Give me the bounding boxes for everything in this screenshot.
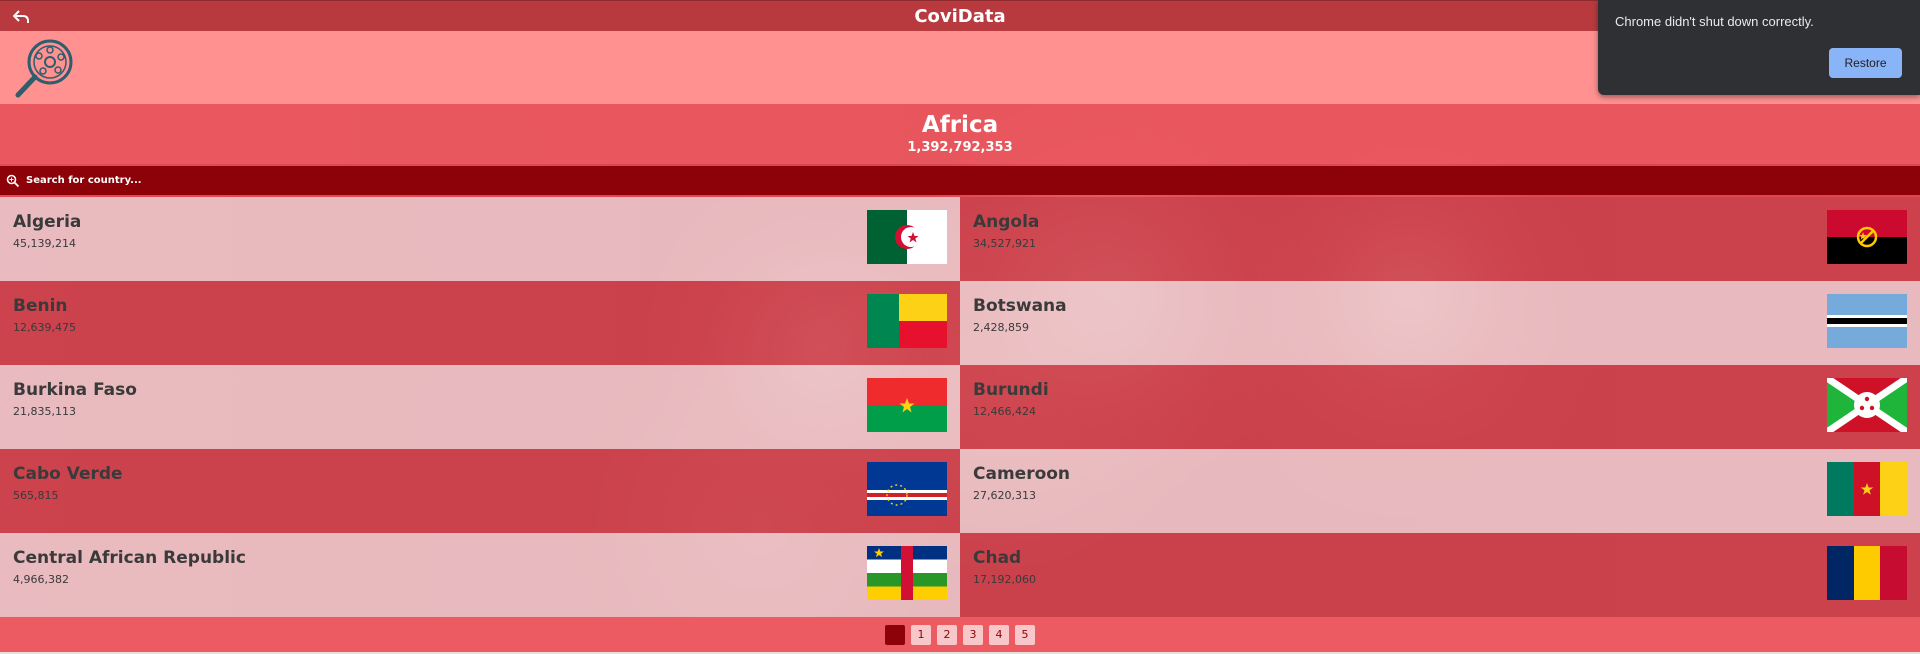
central-african-republic-flag-icon — [867, 546, 947, 600]
botswana-flag-icon — [1827, 294, 1907, 348]
app-title: CoviData — [914, 6, 1006, 27]
region-header: Africa 1,392,792,353 — [0, 104, 1920, 164]
country-name: Burundi — [973, 380, 1049, 400]
country-name: Cameroon — [973, 464, 1071, 484]
country-card-angola[interactable]: Angola 34,527,921 — [960, 197, 1920, 281]
country-card-burundi[interactable]: Burundi 12,466,424 — [960, 365, 1920, 449]
country-grid: Algeria 45,139,214 Angola 34,527,921 Ben… — [0, 197, 1920, 617]
page-button[interactable]: 4 — [989, 624, 1009, 645]
country-population: 12,466,424 — [973, 405, 1036, 418]
covidata-app: CoviData Africa 1,392,792,353 Al — [0, 0, 1920, 654]
page-button[interactable]: 5 — [1015, 624, 1035, 645]
country-card-benin[interactable]: Benin 12,639,475 — [0, 281, 960, 365]
country-name: Central African Republic — [13, 548, 246, 568]
country-name: Benin — [13, 296, 68, 316]
country-population: 21,835,113 — [13, 405, 76, 418]
page-button[interactable]: 3 — [963, 624, 983, 645]
page-button-current[interactable]: 1 — [885, 624, 905, 645]
country-card-burkina-faso[interactable]: Burkina Faso 21,835,113 — [0, 365, 960, 449]
country-population: 34,527,921 — [973, 237, 1036, 250]
back-arrow-icon — [13, 10, 29, 23]
country-population: 17,192,060 — [973, 573, 1036, 586]
burkina-faso-flag-icon — [867, 378, 947, 432]
restore-button[interactable]: Restore — [1829, 48, 1902, 78]
restore-notification: Chrome didn't shut down correctly. Resto… — [1598, 0, 1920, 95]
country-population: 12,639,475 — [13, 321, 76, 334]
country-card-cameroon[interactable]: Cameroon 27,620,313 — [960, 449, 1920, 533]
pagination: 1 1 2 3 4 5 — [0, 617, 1920, 652]
region-name: Africa — [921, 112, 999, 138]
cameroon-flag-icon — [1827, 462, 1907, 516]
country-population: 2,428,859 — [973, 321, 1029, 334]
search-bar — [0, 166, 1920, 195]
country-card-botswana[interactable]: Botswana 2,428,859 — [960, 281, 1920, 365]
country-name: Cabo Verde — [13, 464, 123, 484]
search-input[interactable] — [24, 174, 428, 187]
page-button[interactable]: 2 — [937, 624, 957, 645]
country-card-algeria[interactable]: Algeria 45,139,214 — [0, 197, 960, 281]
country-card-chad[interactable]: Chad 17,192,060 — [960, 533, 1920, 617]
country-name: Botswana — [973, 296, 1067, 316]
country-population: 45,139,214 — [13, 237, 76, 250]
country-name: Angola — [973, 212, 1040, 232]
benin-flag-icon — [867, 294, 947, 348]
algeria-flag-icon — [867, 210, 947, 264]
country-name: Chad — [973, 548, 1022, 568]
search-icon — [6, 174, 20, 187]
country-card-central-african-republic[interactable]: Central African Republic 4,966,382 — [0, 533, 960, 617]
cabo-verde-flag-icon — [867, 462, 947, 516]
notification-message: Chrome didn't shut down correctly. — [1615, 14, 1814, 29]
virus-magnifier-logo-icon[interactable] — [12, 35, 78, 101]
back-button[interactable] — [10, 6, 32, 28]
page-button[interactable]: 1 — [911, 624, 931, 645]
chad-flag-icon — [1827, 546, 1907, 600]
burundi-flag-icon — [1827, 378, 1907, 432]
country-population: 565,815 — [13, 489, 59, 502]
country-population: 4,966,382 — [13, 573, 69, 586]
country-card-cabo-verde[interactable]: Cabo Verde 565,815 — [0, 449, 960, 533]
region-population: 1,392,792,353 — [907, 140, 1013, 155]
country-name: Algeria — [13, 212, 82, 232]
country-name: Burkina Faso — [13, 380, 137, 400]
country-population: 27,620,313 — [973, 489, 1036, 502]
angola-flag-icon — [1827, 210, 1907, 264]
